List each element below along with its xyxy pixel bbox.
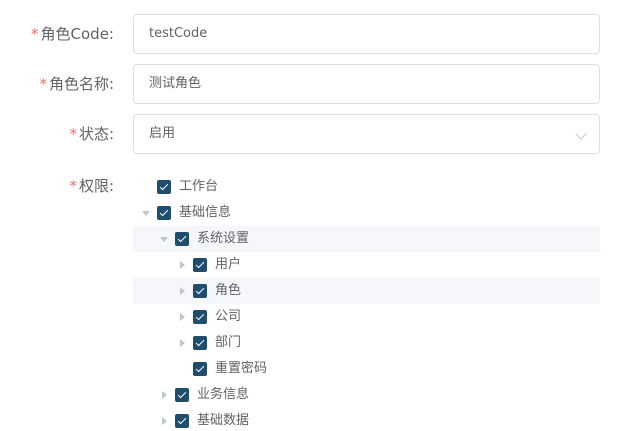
required-mark: * <box>39 75 47 93</box>
tree-node-label: 系统设置 <box>197 231 250 246</box>
caret-right-icon[interactable] <box>180 313 185 321</box>
caret-right-icon[interactable] <box>180 339 185 347</box>
tree-node[interactable]: 重置密码 <box>133 356 600 382</box>
tree-node-checkbox[interactable] <box>157 180 171 194</box>
tree-node[interactable]: 角色 <box>133 278 600 304</box>
tree-node-label: 业务信息 <box>197 387 250 402</box>
required-mark: * <box>69 177 77 195</box>
tree-node-checkbox[interactable] <box>193 362 207 376</box>
tree-node-label: 重置密码 <box>215 361 268 376</box>
tree-node-label: 用户 <box>215 257 242 272</box>
tree-node[interactable]: 公司 <box>133 304 600 330</box>
permissions-label: * 权限: <box>69 177 114 195</box>
tree-node[interactable]: 用户 <box>133 252 600 278</box>
tree-node-checkbox[interactable] <box>175 414 189 428</box>
tree-node-label: 部门 <box>215 335 242 350</box>
tree-node-checkbox[interactable] <box>175 232 189 246</box>
caret-right-icon[interactable] <box>180 261 185 269</box>
tree-node-label: 工作台 <box>179 179 219 194</box>
tree-node[interactable]: 工作台 <box>133 174 600 200</box>
role-name-label: * 角色名称: <box>39 75 114 93</box>
status-select[interactable]: 启用 <box>133 114 600 154</box>
tree-node-label: 角色 <box>215 283 242 298</box>
tree-node-checkbox[interactable] <box>175 388 189 402</box>
caret-right-icon[interactable] <box>162 391 167 399</box>
tree-node[interactable]: 基础数据 <box>133 408 600 431</box>
caret-down-icon[interactable] <box>160 237 168 242</box>
required-mark: * <box>31 25 39 43</box>
tree-node-checkbox[interactable] <box>157 206 171 220</box>
tree-node-checkbox[interactable] <box>193 284 207 298</box>
status-select-value: 启用 <box>149 126 176 141</box>
tree-node[interactable]: 业务信息 <box>133 382 600 408</box>
required-mark: * <box>69 125 77 143</box>
tree-node-label: 基础信息 <box>179 205 232 220</box>
status-label: * 状态: <box>69 125 114 143</box>
tree-node-checkbox[interactable] <box>193 336 207 350</box>
role-code-label: * 角色Code: <box>31 25 114 43</box>
permissions-tree: 工作台基础信息系统设置用户角色公司部门重置密码业务信息基础数据 <box>133 174 600 431</box>
role-form: * 角色Code: testCode * 角色名称: 测试角色 * 状态: 启用 * 权… <box>0 0 639 431</box>
tree-node-checkbox[interactable] <box>193 258 207 272</box>
role-code-input[interactable]: testCode <box>133 14 600 54</box>
tree-node-label: 公司 <box>215 309 242 324</box>
caret-right-icon[interactable] <box>180 287 185 295</box>
caret-right-icon[interactable] <box>162 417 167 425</box>
tree-node[interactable]: 基础信息 <box>133 200 600 226</box>
caret-down-icon[interactable] <box>142 211 150 216</box>
tree-node[interactable]: 系统设置 <box>133 226 600 252</box>
tree-node[interactable]: 部门 <box>133 330 600 356</box>
tree-node-checkbox[interactable] <box>193 310 207 324</box>
role-name-input[interactable]: 测试角色 <box>133 64 600 104</box>
chevron-down-icon[interactable] <box>575 128 587 140</box>
tree-node-label: 基础数据 <box>197 413 250 428</box>
